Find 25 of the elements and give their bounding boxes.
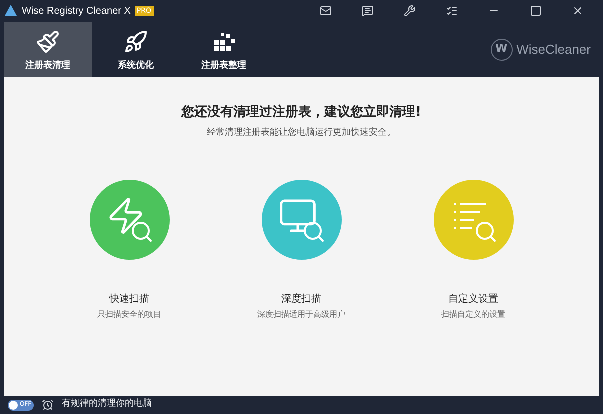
scan-description: 扫描自定义的设置 — [442, 309, 506, 321]
wrench-icon — [404, 5, 416, 17]
scan-description: 深度扫描适用于高级用户 — [258, 309, 346, 321]
heading: 您还没有清理过注册表，建议您立即清理! — [182, 104, 422, 122]
scan-description: 只扫描安全的项目 — [98, 309, 162, 321]
nav-tab[interactable]: 注册表整理 — [180, 22, 268, 77]
rocket-icon — [124, 30, 148, 54]
mail-icon — [320, 5, 332, 17]
maximize-icon — [530, 5, 542, 17]
status-text: 有规律的清理你的电脑 — [62, 398, 152, 412]
app-logo-icon — [4, 4, 18, 18]
subheading: 经常清理注册表能让您电脑运行更加快速安全。 — [207, 126, 396, 140]
checklist-icon — [446, 5, 458, 17]
window-title: Wise Registry Cleaner X — [22, 4, 131, 18]
brand-logo-icon: W — [490, 38, 513, 60]
speech-bubble-icon — [362, 5, 374, 17]
broom-icon — [36, 30, 60, 54]
close-icon — [572, 5, 584, 17]
nav-tab[interactable]: 系统优化 — [92, 22, 180, 77]
scan-title: 快速扫描 — [110, 292, 150, 307]
alarm-clock-icon — [42, 399, 54, 411]
scan-title: 深度扫描 — [282, 292, 322, 307]
scan-title: 自定义设置 — [448, 292, 498, 307]
brand-name: WiseCleaner — [516, 40, 591, 59]
nav-tab[interactable]: 注册表清理 — [4, 22, 92, 77]
